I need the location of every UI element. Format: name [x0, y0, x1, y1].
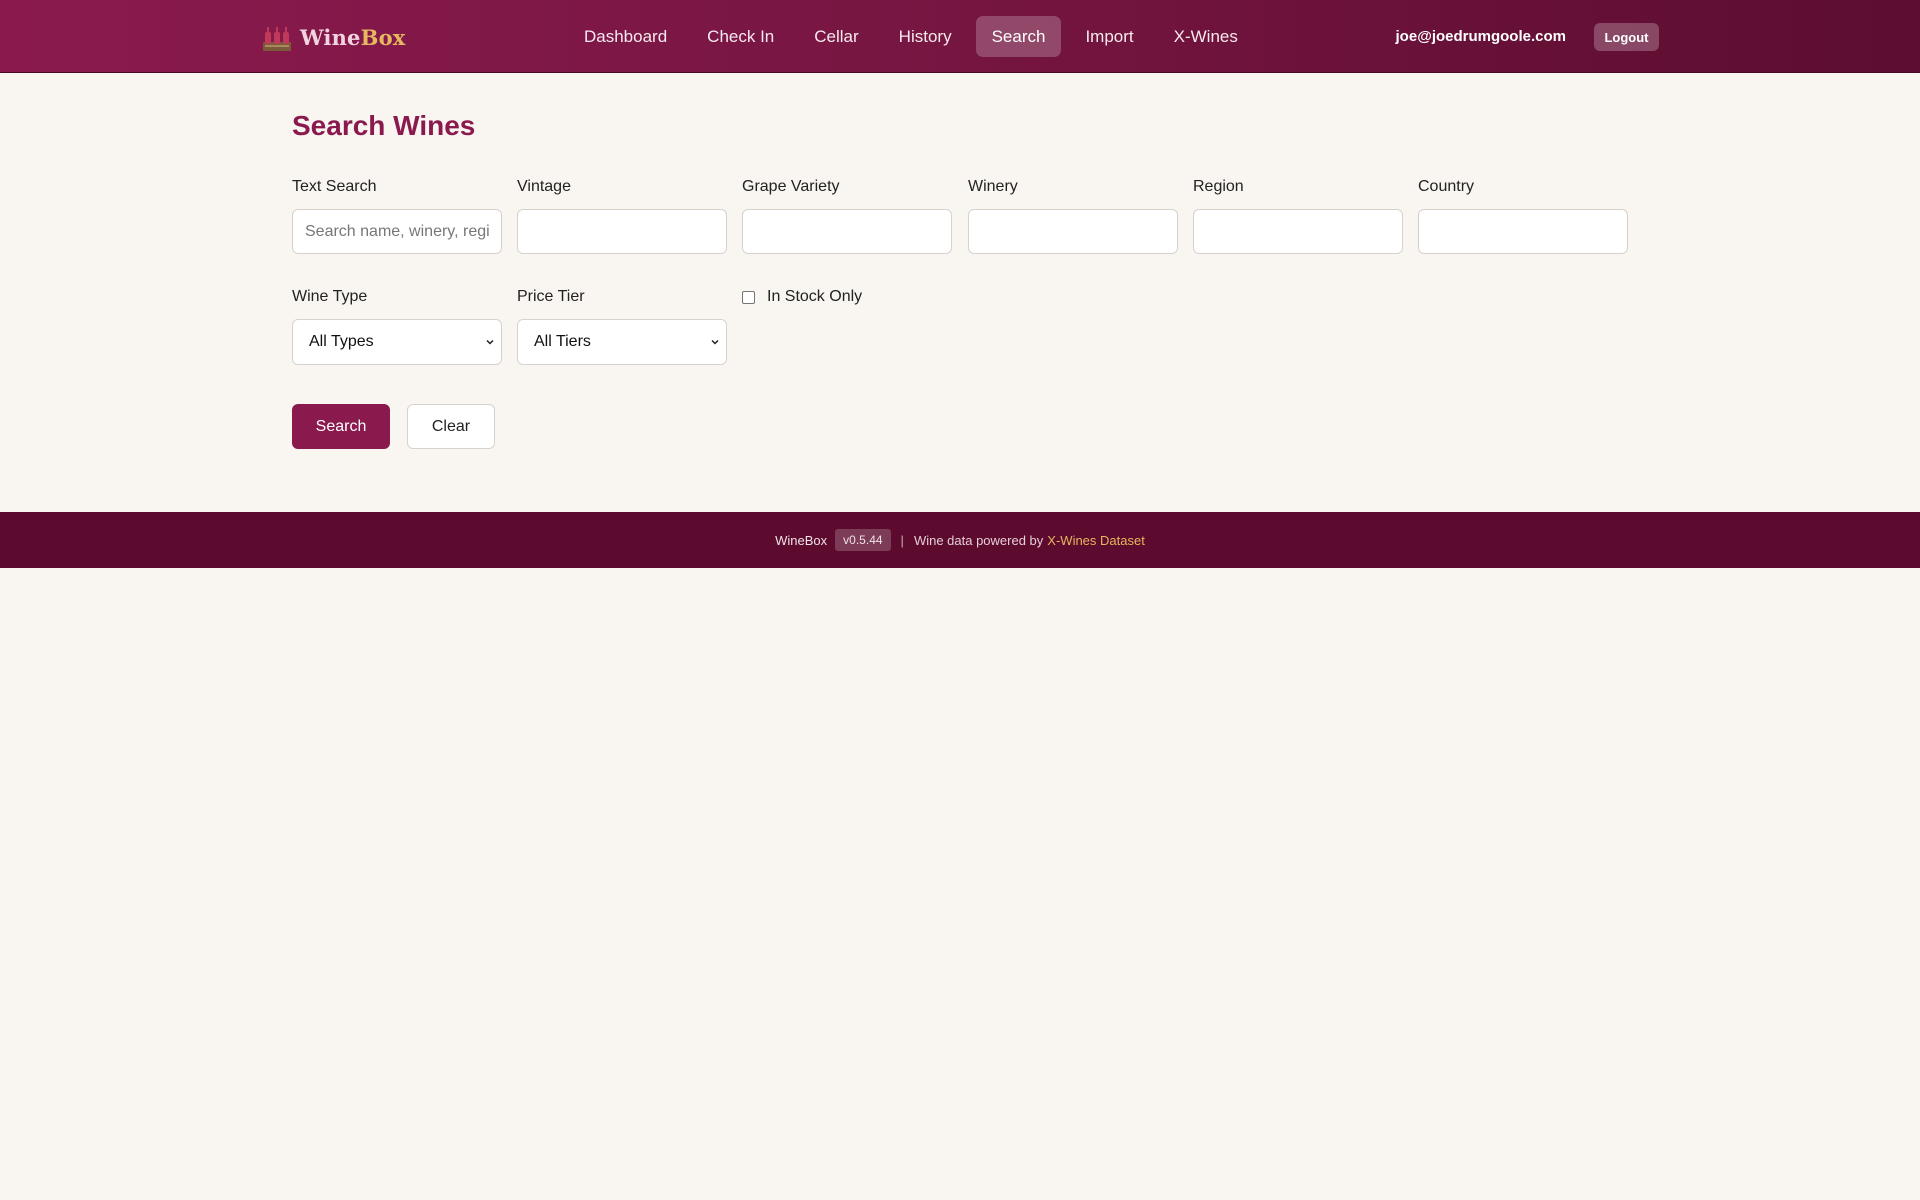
text-search-input[interactable] [292, 209, 502, 254]
in-stock-checkbox[interactable] [742, 290, 755, 304]
wine-bottles-icon [263, 27, 291, 51]
page-title: Search Wines [292, 110, 476, 141]
country-field: Country [1418, 178, 1628, 254]
vintage-label: Vintage [517, 178, 571, 195]
price-tier-selected-value: All Tiers [534, 333, 591, 350]
main-nav: Dashboard Check In Cellar History Search… [568, 16, 1254, 57]
brand-name: WineBox [300, 24, 406, 50]
vintage-input[interactable] [517, 209, 727, 254]
nav-item-import[interactable]: Import [1069, 16, 1149, 57]
text-search-field: Text Search [292, 178, 502, 254]
nav-item-search[interactable]: Search [975, 16, 1062, 57]
footer-powered-text: Wine data powered by [913, 532, 1044, 548]
price-tier-field: Price Tier All Tiers [517, 288, 727, 365]
logout-button[interactable]: Logout [1594, 23, 1659, 51]
country-input[interactable] [1418, 209, 1628, 254]
wine-type-label: Wine Type [292, 288, 368, 305]
region-label: Region [1193, 178, 1244, 195]
region-input[interactable] [1193, 209, 1403, 254]
search-button[interactable]: Search [292, 404, 390, 449]
grape-variety-input[interactable] [742, 209, 952, 254]
nav-item-x-wines[interactable]: X-Wines [1158, 16, 1254, 57]
nav-item-history[interactable]: History [883, 16, 968, 57]
text-search-label: Text Search [292, 178, 377, 195]
vintage-field: Vintage [517, 178, 727, 254]
price-tier-select[interactable]: All Tiers [517, 319, 727, 365]
grape-variety-field: Grape Variety [742, 178, 952, 254]
winery-input[interactable] [968, 209, 1178, 254]
wine-type-selected-value: All Types [309, 333, 374, 350]
nav-item-dashboard[interactable]: Dashboard [568, 16, 683, 57]
winery-label: Winery [968, 178, 1018, 195]
footer-brand: WineBox [775, 532, 828, 548]
nav-item-cellar[interactable]: Cellar [798, 16, 874, 57]
price-tier-label: Price Tier [517, 288, 585, 305]
nav-item-check-in[interactable]: Check In [691, 16, 790, 57]
user-email: joe@joedrumgoole.com [1395, 28, 1566, 45]
chevron-down-icon [711, 339, 719, 345]
footer: WineBox v0.5.44 | Wine data powered by X… [0, 512, 1920, 568]
in-stock-filter: In Stock Only [742, 288, 862, 306]
clear-button[interactable]: Clear [407, 404, 495, 449]
top-navbar: WineBox Dashboard Check In Cellar Histor… [0, 0, 1920, 73]
grape-variety-label: Grape Variety [742, 178, 840, 195]
chevron-down-icon [486, 339, 494, 345]
region-field: Region [1193, 178, 1403, 254]
version-badge: v0.5.44 [835, 529, 891, 551]
winery-field: Winery [968, 178, 1178, 254]
country-label: Country [1418, 178, 1475, 195]
wine-type-field: Wine Type All Types [292, 288, 502, 365]
in-stock-label[interactable]: In Stock Only [767, 288, 862, 306]
x-wines-dataset-link[interactable]: X-Wines Dataset [1047, 533, 1145, 548]
footer-separator: | [900, 532, 904, 548]
wine-type-select[interactable]: All Types [292, 319, 502, 365]
brand-logo-link[interactable]: WineBox [262, 20, 406, 54]
